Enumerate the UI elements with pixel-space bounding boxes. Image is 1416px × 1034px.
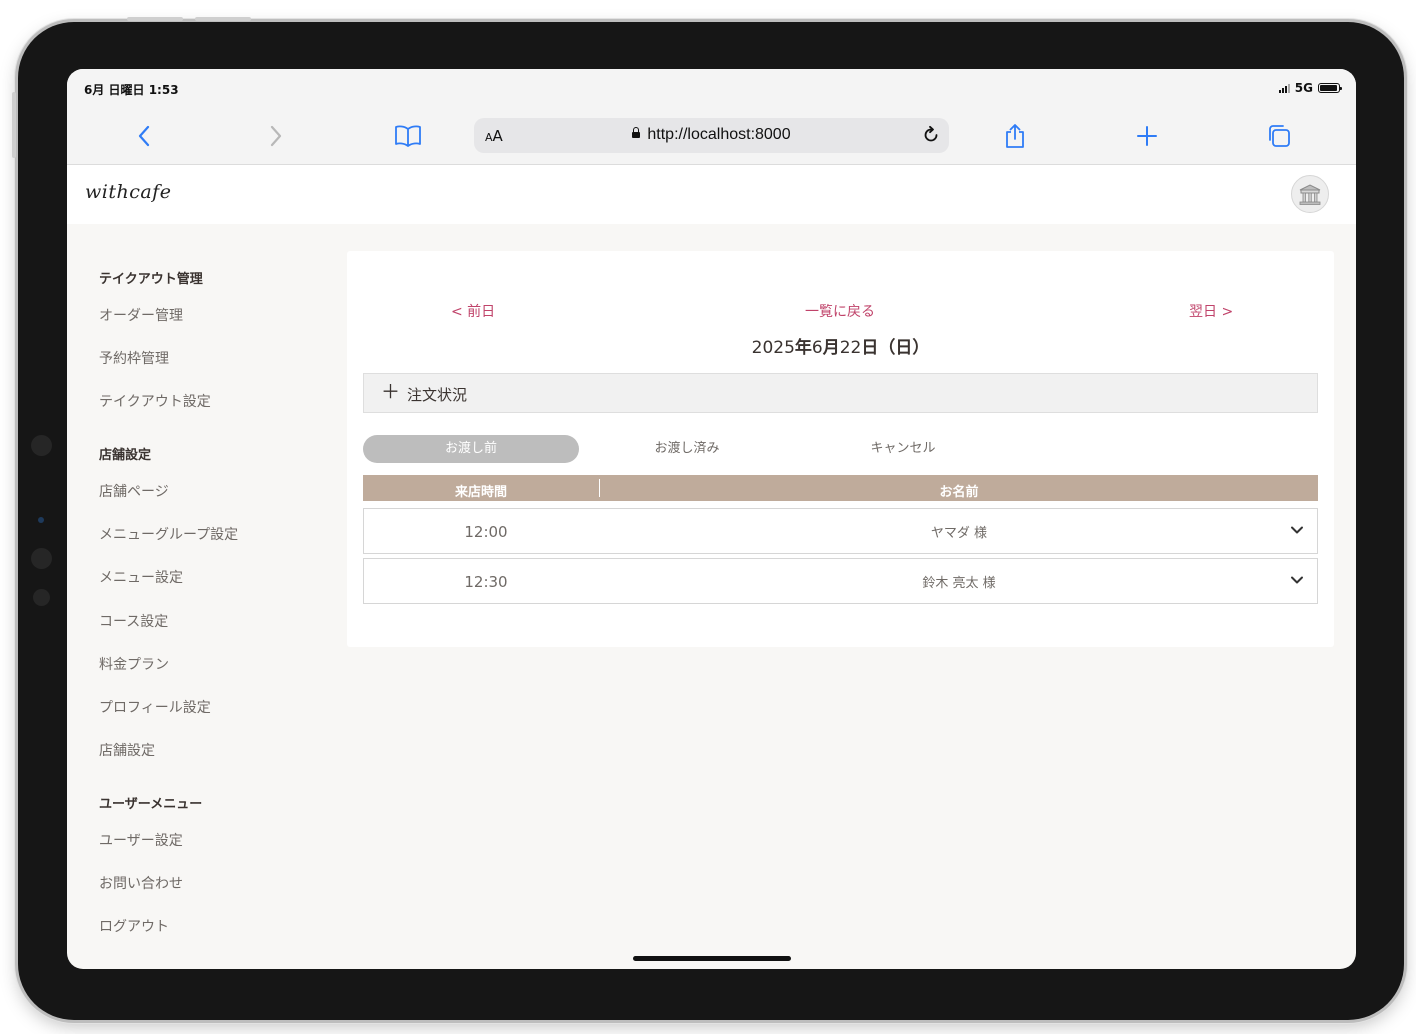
- table-header: 来店時間 お名前: [363, 475, 1318, 501]
- sidebar-item-menu-settings[interactable]: メニュー設定: [99, 567, 183, 587]
- sidebar-item-store-page[interactable]: 店舗ページ: [99, 481, 169, 501]
- prev-day-link[interactable]: < 前日: [451, 301, 495, 321]
- table-row[interactable]: 12:00 ヤマダ 様: [363, 508, 1318, 554]
- column-header-name: お名前: [939, 485, 979, 500]
- accordion-label: 注文状況: [407, 386, 468, 404]
- book-icon: [395, 125, 421, 147]
- sidebar-item-profile-settings[interactable]: プロフィール設定: [99, 697, 211, 717]
- chevron-right-icon: [270, 125, 282, 147]
- top-button-right: [195, 17, 251, 21]
- lock-icon: [632, 127, 641, 138]
- avatar[interactable]: [1291, 175, 1329, 213]
- row-name: 鈴木 亮太 様: [922, 576, 996, 591]
- camera-dot: [31, 435, 52, 456]
- row-time: 12:00: [464, 523, 508, 541]
- back-button[interactable]: [129, 121, 159, 151]
- share-icon: [1006, 124, 1024, 148]
- screen: 6月 日曜日 1:53 5G AA http://localhost:8000: [67, 69, 1356, 969]
- reload-icon: [924, 125, 938, 142]
- sidebar-item-menu-group-settings[interactable]: メニューグループ設定: [99, 524, 238, 544]
- home-indicator[interactable]: [633, 956, 791, 961]
- sidebar-item-store-settings[interactable]: 店舗設定: [99, 740, 155, 760]
- reload-button[interactable]: [919, 123, 943, 147]
- sidebar-heading-store: 店舗設定: [99, 448, 152, 463]
- camera-lens: [38, 517, 44, 523]
- logo[interactable]: withcafe: [85, 181, 171, 203]
- row-time: 12:30: [464, 573, 508, 591]
- sidebar-item-order-management[interactable]: オーダー管理: [99, 305, 183, 325]
- column-header-visit-time: 来店時間: [454, 485, 507, 500]
- sidebar-item-contact[interactable]: お問い合わせ: [99, 873, 183, 893]
- sidebar-item-price-plans[interactable]: 料金プラン: [99, 654, 169, 674]
- order-card: < 前日 一覧に戻る 翌日 > 2025年6月22日（日） ＋ 注文状況 お渡し…: [347, 251, 1334, 647]
- camera-dot: [31, 548, 52, 569]
- camera-dot: [33, 589, 50, 606]
- network-label: 5G: [1294, 81, 1313, 95]
- sidebar-item-takeout-settings[interactable]: テイクアウト設定: [99, 391, 211, 411]
- plus-icon: ＋: [381, 381, 401, 403]
- tabs-icon: [1269, 125, 1290, 147]
- sidebar-item-user-settings[interactable]: ユーザー設定: [99, 830, 183, 850]
- status-bar: 6月 日曜日 1:53 5G: [67, 69, 1356, 109]
- sidebar-item-course-settings[interactable]: コース設定: [99, 611, 168, 631]
- status-indicators: 5G: [1278, 81, 1342, 95]
- order-status-accordion[interactable]: ＋ 注文状況: [363, 373, 1318, 413]
- app-header: withcafe: [67, 165, 1356, 224]
- date-title: 2025年6月22日（日）: [751, 338, 930, 358]
- sidebar: テイクアウト管理 オーダー管理 予約枠管理 テイクアウト設定 店舗設定 店舗ペー…: [67, 224, 347, 969]
- sidebar-heading-user: ユーザーメニュー: [99, 797, 203, 812]
- sidebar-heading-takeout: テイクアウト管理: [99, 272, 203, 287]
- tab-cancelled[interactable]: キャンセル: [795, 435, 1011, 463]
- tab-before-handover[interactable]: お渡し前: [363, 435, 579, 463]
- url-text: http://localhost:8000: [647, 126, 791, 143]
- top-button-left: [127, 17, 183, 21]
- table-row[interactable]: 12:30 鈴木 亮太 様: [363, 558, 1318, 604]
- new-tab-button[interactable]: [1132, 121, 1162, 151]
- tabs-button[interactable]: [1264, 121, 1294, 151]
- sidebar-item-logout[interactable]: ログアウト: [99, 916, 169, 936]
- sidebar-item-reservation-slots[interactable]: 予約枠管理: [99, 348, 169, 368]
- row-name: ヤマダ 様: [930, 526, 988, 541]
- tab-handed-over[interactable]: お渡し済み: [579, 435, 795, 463]
- chevron-left-icon: [138, 125, 150, 147]
- signal-icon: [1278, 83, 1290, 93]
- store-icon: [1299, 184, 1321, 205]
- bookmarks-button[interactable]: [393, 121, 423, 151]
- browser-toolbar: AA http://localhost:8000: [67, 109, 1356, 165]
- side-button: [12, 92, 16, 158]
- url-display: http://localhost:8000: [474, 126, 949, 144]
- back-to-list-link[interactable]: 一覧に戻る: [805, 301, 875, 321]
- plus-icon: [1137, 126, 1157, 146]
- chevron-down-icon[interactable]: [1289, 522, 1305, 538]
- battery-icon: [1318, 83, 1342, 93]
- forward-button[interactable]: [261, 121, 291, 151]
- chevron-down-icon[interactable]: [1289, 572, 1305, 588]
- status-time: 6月 日曜日 1:53: [84, 83, 179, 97]
- share-button[interactable]: [1000, 121, 1030, 151]
- next-day-link[interactable]: 翌日 >: [1189, 301, 1233, 321]
- address-bar[interactable]: AA http://localhost:8000: [474, 118, 949, 153]
